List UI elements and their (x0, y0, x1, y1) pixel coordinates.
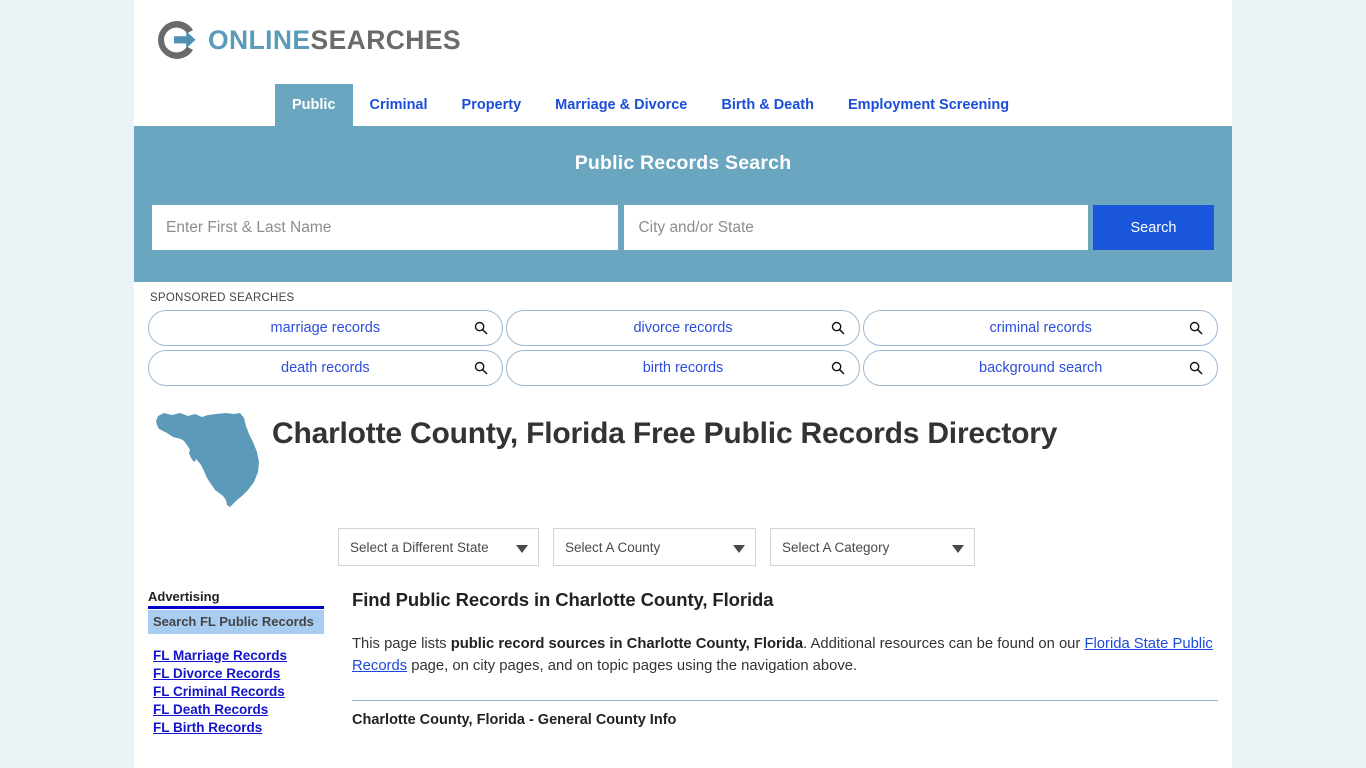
site-header: ONLINESEARCHES (134, 0, 1232, 84)
search-banner-heading: Public Records Search (574, 152, 792, 174)
state-select[interactable]: Select a Different State (338, 528, 539, 566)
florida-state-map-icon (148, 406, 272, 510)
magnifier-icon (474, 321, 488, 335)
sponsored-chip-row: death records birth records background s… (148, 350, 1219, 386)
magnifier-icon (1189, 321, 1203, 335)
sponsored-chip-criminal-records[interactable]: criminal records (863, 310, 1219, 346)
sponsored-chip-death-records[interactable]: death records (148, 350, 503, 386)
ad-link-fl-marriage-records[interactable]: FL Marriage Records (148, 647, 324, 665)
logo-wordmark: ONLINESEARCHES (208, 27, 461, 54)
sponsored-chip-label: birth records (642, 360, 724, 376)
magnifier-icon (831, 321, 845, 335)
nav-item-birth-death[interactable]: Birth & Death (704, 84, 831, 126)
ad-headline[interactable]: Search FL Public Records (148, 610, 324, 634)
intro-text-part2: . Additional resources can be found on o… (803, 636, 1085, 652)
sponsored-searches-label: SPONSORED SEARCHES (150, 292, 295, 304)
sponsored-chip-label: divorce records (633, 320, 733, 336)
intro-text-part1: This page lists (352, 636, 451, 652)
intro-paragraph: This page lists public record sources in… (352, 633, 1218, 677)
sponsored-chip-divorce-records[interactable]: divorce records (505, 310, 861, 346)
logo-word-online: ONLINE (208, 24, 311, 55)
page-container: ONLINESEARCHES Public Criminal Property … (134, 0, 1232, 768)
sponsored-chip-row: marriage records divorce records crimina… (148, 310, 1219, 346)
chevron-down-icon (516, 545, 528, 553)
search-form: Search (152, 205, 1214, 250)
public-records-search-banner: Public Records Search Search (134, 126, 1232, 282)
main-navigation: Public Criminal Property Marriage & Divo… (134, 84, 1232, 126)
content-columns: Advertising Search FL Public Records FL … (134, 566, 1232, 737)
sponsored-chip-label: background search (979, 360, 1103, 376)
sponsored-chip-background-search[interactable]: background search (863, 350, 1219, 386)
nav-item-marriage-divorce[interactable]: Marriage & Divorce (538, 84, 704, 126)
nav-item-property[interactable]: Property (445, 84, 539, 126)
ad-link-fl-birth-records[interactable]: FL Birth Records (148, 719, 324, 737)
content-heading: Find Public Records in Charlotte County,… (352, 589, 774, 610)
nav-item-criminal[interactable]: Criminal (353, 84, 445, 126)
page-title-block: Charlotte County, Florida Free Public Re… (134, 394, 1232, 510)
sponsored-chip-label: criminal records (989, 320, 1092, 336)
logo-word-searches: SEARCHES (310, 24, 461, 55)
sponsored-chip-marriage-records[interactable]: marriage records (148, 310, 503, 346)
site-logo[interactable]: ONLINESEARCHES (155, 17, 461, 63)
location-search-input[interactable] (624, 205, 1088, 250)
name-search-input[interactable] (152, 205, 619, 250)
advertising-label: Advertising (148, 589, 324, 609)
chevron-down-icon (952, 545, 964, 553)
main-content: Find Public Records in Charlotte County,… (338, 589, 1218, 728)
sponsored-searches-section: SPONSORED SEARCHES marriage records divo… (134, 282, 1232, 394)
magnifier-icon (831, 361, 845, 375)
magnifier-icon (474, 361, 488, 375)
magnifier-icon (1189, 361, 1203, 375)
county-select[interactable]: Select A County (553, 528, 756, 566)
ad-link-fl-death-records[interactable]: FL Death Records (148, 701, 324, 719)
filter-selector-row: Select a Different State Select A County… (134, 510, 1232, 566)
category-select-label: Select A Category (782, 539, 890, 555)
ad-link-fl-criminal-records[interactable]: FL Criminal Records (148, 683, 324, 701)
general-county-info-heading: Charlotte County, Florida - General Coun… (352, 712, 677, 729)
chevron-down-icon (733, 545, 745, 553)
county-select-label: Select A County (565, 539, 661, 555)
sponsored-chip-label: marriage records (270, 320, 381, 336)
sponsored-chip-label: death records (281, 360, 370, 376)
sponsored-chip-birth-records[interactable]: birth records (505, 350, 861, 386)
search-submit-button[interactable]: Search (1092, 205, 1214, 250)
page-title: Charlotte County, Florida Free Public Re… (272, 417, 1058, 450)
category-select[interactable]: Select A Category (770, 528, 975, 566)
nav-item-public[interactable]: Public (275, 84, 353, 126)
state-select-label: Select a Different State (350, 539, 489, 555)
advertising-sidebar: Advertising Search FL Public Records FL … (148, 589, 338, 737)
intro-text-part3: page, on city pages, and on topic pages … (407, 658, 858, 675)
circle-arrow-logo-icon (155, 18, 199, 62)
ad-link-fl-divorce-records[interactable]: FL Divorce Records (148, 665, 324, 683)
intro-text-bold: public record sources in Charlotte Count… (450, 636, 804, 652)
nav-item-employment-screening[interactable]: Employment Screening (831, 84, 1026, 126)
ad-links-list: FL Marriage Records FL Divorce Records F… (148, 647, 324, 737)
